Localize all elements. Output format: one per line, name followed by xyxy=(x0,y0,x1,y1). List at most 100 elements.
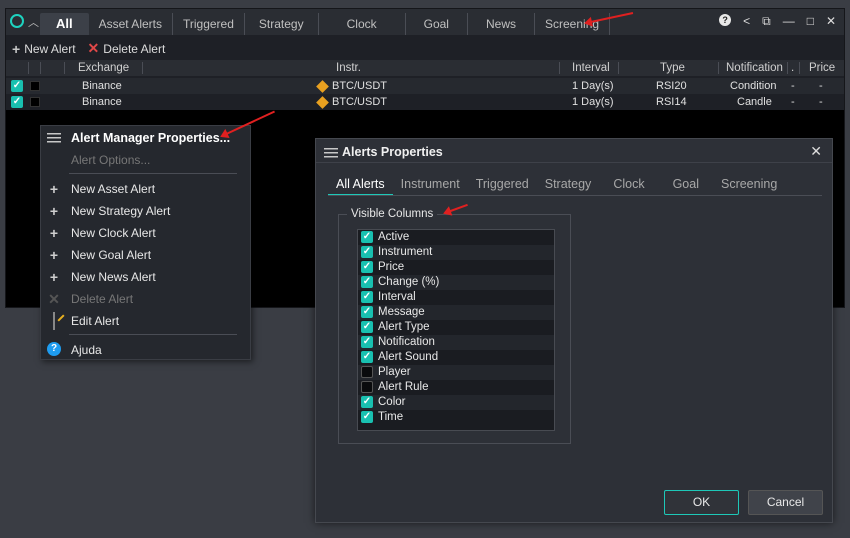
plus-icon: + xyxy=(12,40,21,57)
tab-clock[interactable]: Clock xyxy=(599,174,658,196)
menu-divider xyxy=(69,334,237,335)
tab-screening[interactable]: Screening xyxy=(713,174,785,196)
new-alert-label: New Alert xyxy=(24,41,76,56)
column-option[interactable]: Player xyxy=(358,365,554,380)
column-label: Notification xyxy=(378,336,435,348)
column-checkbox[interactable]: ✓ xyxy=(361,411,373,423)
cell-exchange: Binance xyxy=(82,96,122,108)
column-label: Alert Type xyxy=(378,321,430,333)
column-option[interactable]: ✓ Message xyxy=(358,305,554,320)
binance-coin-icon xyxy=(316,95,329,109)
tab-instrument[interactable]: Instrument xyxy=(393,174,468,196)
column-checkbox[interactable]: ✓ xyxy=(361,261,373,273)
menu-new-strategy-alert[interactable]: + New Strategy Alert xyxy=(41,201,250,221)
column-checkbox[interactable]: ✓ xyxy=(361,291,373,303)
menu-new-clock-alert[interactable]: + New Clock Alert xyxy=(41,223,250,243)
chevron-up-icon[interactable]: ︿ xyxy=(28,14,39,30)
menu-new-goal-alert[interactable]: + New Goal Alert xyxy=(41,245,250,265)
table-row[interactable]: ✓ Binance BTC/USDT 1 Day(s) RSI20 Condit… xyxy=(6,78,844,94)
group-title: Visible Columns xyxy=(347,208,438,220)
col-notification[interactable]: Notification xyxy=(726,62,783,74)
col-interval[interactable]: Interval xyxy=(572,62,610,74)
menu-edit-alert[interactable]: Edit Alert xyxy=(41,311,250,331)
tab-goal[interactable]: Goal xyxy=(406,13,468,35)
ok-button[interactable]: OK xyxy=(664,490,739,515)
cell-notification: Condition xyxy=(730,80,777,92)
sliders-icon xyxy=(47,132,61,144)
cell-price: - xyxy=(819,96,823,108)
new-alert-button[interactable]: + New Alert xyxy=(12,40,76,57)
column-label: Player xyxy=(378,366,411,378)
minimize-icon[interactable]: — xyxy=(783,14,795,29)
column-checkbox[interactable]: ✓ xyxy=(361,246,373,258)
tab-triggered[interactable]: Triggered xyxy=(173,13,245,35)
tab-screening[interactable]: Screening xyxy=(535,13,611,35)
color-swatch[interactable] xyxy=(30,81,40,91)
cancel-button[interactable]: Cancel xyxy=(748,490,823,515)
column-checkbox[interactable] xyxy=(361,366,373,378)
cell-interval: 1 Day(s) xyxy=(572,96,614,108)
cell-dot: - xyxy=(791,96,795,108)
column-option[interactable]: Alert Rule xyxy=(358,380,554,395)
cell-type: RSI14 xyxy=(656,96,687,108)
color-swatch[interactable] xyxy=(30,97,40,107)
col-type[interactable]: Type xyxy=(660,62,685,74)
detach-window-icon[interactable]: ⧉ xyxy=(762,14,771,29)
share-icon[interactable]: < xyxy=(743,14,750,29)
col-price[interactable]: Price xyxy=(809,62,835,74)
visible-columns-group: Visible Columns ✓ Active ✓ Instrument ✓ Price… xyxy=(338,208,571,444)
maximize-icon[interactable]: □ xyxy=(807,14,814,29)
column-checkbox[interactable]: ✓ xyxy=(361,396,373,408)
column-checkbox[interactable]: ✓ xyxy=(361,276,373,288)
dialog-title-bar: Alerts Properties ✕ xyxy=(316,139,832,163)
close-icon[interactable]: ✕ xyxy=(826,14,836,29)
tab-all[interactable]: All xyxy=(40,13,89,35)
column-option[interactable]: ✓ Alert Type xyxy=(358,320,554,335)
tab-asset-alerts[interactable]: Asset Alerts xyxy=(89,13,173,35)
binance-coin-icon xyxy=(316,79,329,93)
menu-new-news-alert[interactable]: + New News Alert xyxy=(41,267,250,287)
context-menu: Alert Manager Properties... Alert Option… xyxy=(40,125,251,360)
menu-alert-options[interactable]: Alert Options... xyxy=(41,150,250,170)
column-option[interactable]: ✓ Alert Sound xyxy=(358,350,554,365)
tab-goal[interactable]: Goal xyxy=(659,174,713,196)
column-checkbox[interactable]: ✓ xyxy=(361,231,373,243)
column-checkbox[interactable]: ✓ xyxy=(361,351,373,363)
column-option[interactable]: ✓ Active xyxy=(358,230,554,245)
active-checkbox[interactable]: ✓ xyxy=(11,96,23,108)
column-label: Change (%) xyxy=(378,276,440,288)
tab-strategy[interactable]: Strategy xyxy=(245,13,319,35)
column-option[interactable]: ✓ Instrument xyxy=(358,245,554,260)
tab-clock[interactable]: Clock xyxy=(319,13,406,35)
col-exchange[interactable]: Exchange xyxy=(78,62,129,74)
column-option[interactable]: ✓ Price xyxy=(358,260,554,275)
cell-instr: BTC/USDT xyxy=(316,95,387,109)
column-checkbox[interactable]: ✓ xyxy=(361,321,373,333)
col-instr[interactable]: Instr. xyxy=(336,62,361,74)
menu-divider xyxy=(69,173,237,174)
delete-alert-button[interactable]: ✕ Delete Alert xyxy=(88,40,166,57)
menu-delete-alert[interactable]: ✕ Delete Alert xyxy=(41,289,250,309)
alarm-clock-icon[interactable] xyxy=(10,14,24,28)
column-option[interactable]: ✓ Interval xyxy=(358,290,554,305)
column-checkbox[interactable] xyxy=(361,381,373,393)
col-dot[interactable]: . xyxy=(791,62,794,74)
tab-triggered[interactable]: Triggered xyxy=(468,174,537,196)
active-checkbox[interactable]: ✓ xyxy=(11,80,23,92)
menu-new-asset-alert[interactable]: + New Asset Alert xyxy=(41,179,250,199)
cell-type: RSI20 xyxy=(656,80,687,92)
tab-news[interactable]: News xyxy=(468,13,535,35)
table-row[interactable]: ✓ Binance BTC/USDT 1 Day(s) RSI14 Candle… xyxy=(6,94,844,110)
tab-bar: ︿ All Asset Alerts Triggered Strategy Cl… xyxy=(6,9,844,35)
column-checkbox[interactable]: ✓ xyxy=(361,306,373,318)
menu-help[interactable]: ? Ajuda xyxy=(41,340,250,360)
tab-all-alerts[interactable]: All Alerts xyxy=(328,174,393,196)
column-option[interactable]: ✓ Time xyxy=(358,410,554,425)
column-checkbox[interactable]: ✓ xyxy=(361,336,373,348)
tab-strategy[interactable]: Strategy xyxy=(537,174,600,196)
column-option[interactable]: ✓ Change (%) xyxy=(358,275,554,290)
column-option[interactable]: ✓ Notification xyxy=(358,335,554,350)
help-icon[interactable]: ? xyxy=(719,14,732,26)
column-option[interactable]: ✓ Color xyxy=(358,395,554,410)
close-icon[interactable]: ✕ xyxy=(810,143,822,160)
